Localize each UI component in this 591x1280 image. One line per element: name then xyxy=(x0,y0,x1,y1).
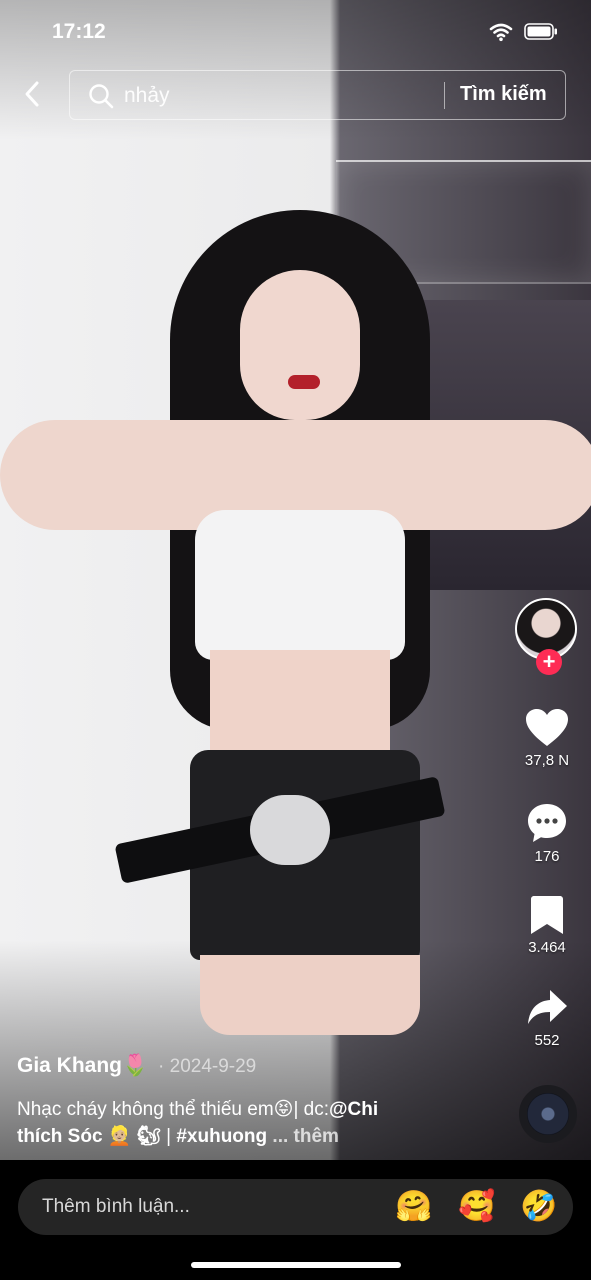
like-count: 37,8 N xyxy=(524,752,570,769)
share-count: 552 xyxy=(534,1032,560,1049)
comment-button[interactable]: 176 xyxy=(510,802,584,865)
music-disc[interactable] xyxy=(519,1085,577,1143)
share-icon xyxy=(528,990,567,1024)
back-button[interactable] xyxy=(14,76,50,112)
search-query[interactable]: nhảy xyxy=(124,84,170,108)
caption-more-link[interactable]: ... thêm xyxy=(272,1126,339,1147)
comment-input[interactable]: Thêm bình luận... 🤗 🥰 🤣 xyxy=(18,1179,573,1235)
search-icon xyxy=(89,84,114,109)
comment-count: 176 xyxy=(534,848,560,865)
bookmark-icon xyxy=(531,896,563,934)
wifi-icon xyxy=(489,23,513,42)
comment-placeholder[interactable]: Thêm bình luận... xyxy=(42,1196,190,1218)
search-divider xyxy=(444,82,445,109)
heart-icon xyxy=(526,709,568,746)
follow-button[interactable]: + xyxy=(536,649,562,675)
battery-icon xyxy=(524,23,557,40)
status-bar: 17:12 xyxy=(0,0,591,64)
share-button[interactable]: 552 xyxy=(510,988,584,1049)
post-date: · 2024-9-29 xyxy=(158,1056,257,1077)
status-time: 17:12 xyxy=(52,20,106,43)
author-name[interactable]: Gia Khang🌷 xyxy=(17,1054,148,1077)
emoji-laugh-button[interactable]: 🤣 xyxy=(519,1189,559,1225)
like-button[interactable]: 37,8 N xyxy=(510,708,584,769)
emoji-hug-button[interactable]: 🤗 xyxy=(394,1189,434,1225)
save-button[interactable]: 3.464 xyxy=(510,895,584,956)
caption-mention[interactable]: @Chi xyxy=(329,1099,378,1120)
creator-avatar-group[interactable]: + xyxy=(515,598,579,675)
emoji-love-button[interactable]: 🥰 xyxy=(457,1189,497,1225)
home-indicator xyxy=(191,1262,401,1268)
save-count: 3.464 xyxy=(528,939,566,956)
comment-icon xyxy=(528,804,566,842)
video-player[interactable] xyxy=(0,0,591,1160)
caption-text: Nhạc cháy không thể thiếu em😝| dc: xyxy=(17,1099,330,1120)
search-button[interactable]: Tìm kiếm xyxy=(460,83,547,106)
comment-area: Thêm bình luận... 🤗 🥰 🤣 xyxy=(0,1160,591,1280)
post-caption[interactable]: Nhạc cháy không thể thiếu em😝| dc:@Chi t… xyxy=(17,1096,477,1150)
caption-mention-cont[interactable]: thích Sóc 👱🏼 🐿 xyxy=(17,1126,161,1147)
search-bar[interactable]: nhảy Tìm kiếm xyxy=(69,70,566,120)
chevron-left-icon xyxy=(25,81,39,107)
author-line: Gia Khang🌷 · 2024-9-29 xyxy=(17,1054,256,1078)
caption-separator: | xyxy=(160,1126,177,1147)
video-subject xyxy=(0,210,591,1035)
caption-hashtag[interactable]: #xuhuong xyxy=(176,1126,267,1147)
